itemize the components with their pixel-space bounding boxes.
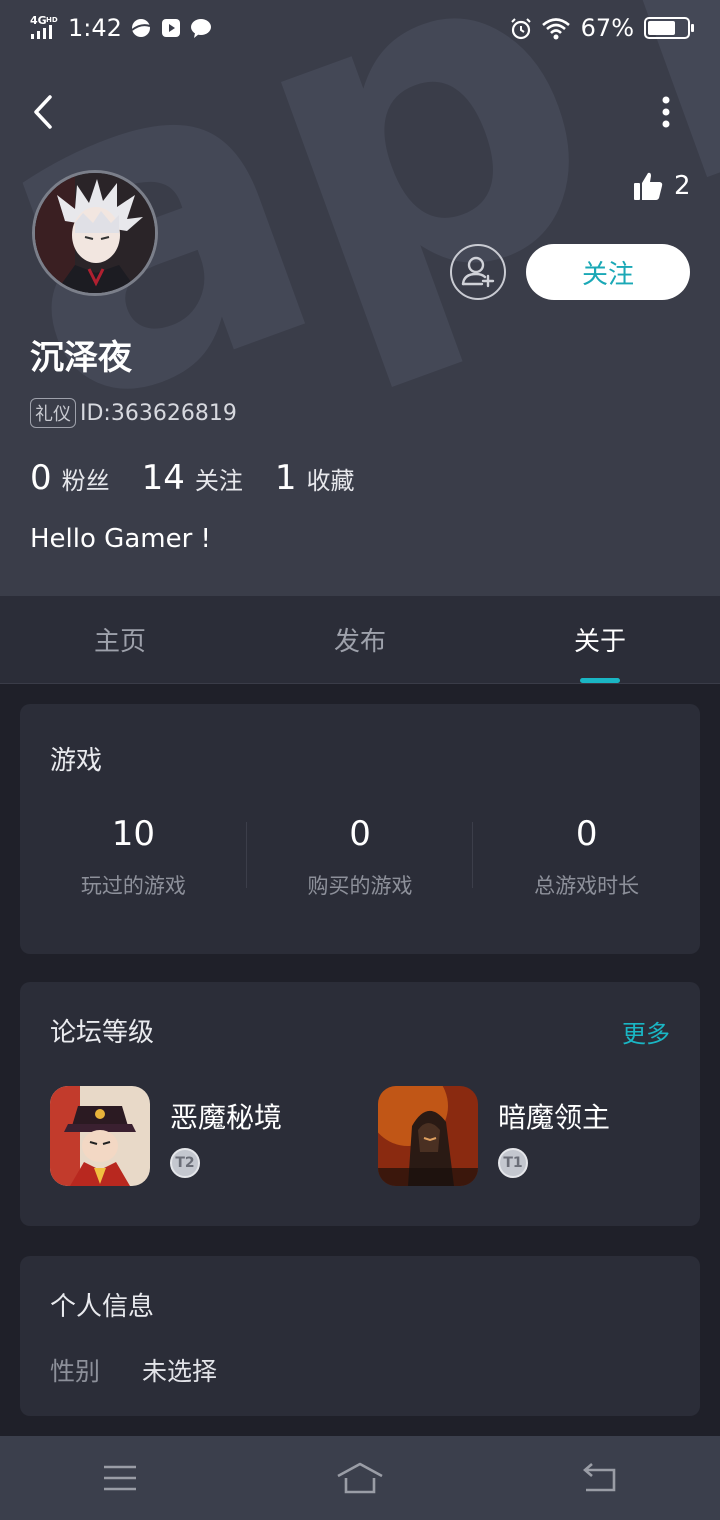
profile-header: apTa 4G HD 1:42 67% 2 关注 沉泽夜 礼仪 ID:36362… [0,0,720,596]
menu-button[interactable] [90,1456,150,1500]
purchased-games-stat[interactable]: 0 购买的游戏 [247,814,474,900]
status-bar: 4G HD 1:42 67% [0,0,720,56]
wifi-icon [541,17,571,40]
thumbs-up-icon [634,172,663,200]
forum-level-title: 论坛等级 [50,1018,155,1048]
gender-row: 性别 未选择 [50,1352,217,1388]
fans-label: 粉丝 [61,467,110,495]
more-options-button[interactable] [652,92,680,132]
return-icon [583,1463,616,1492]
following-label: 关注 [194,467,243,495]
forum-item-evil-realm[interactable]: 恶魔秘境 T2 [50,1086,282,1186]
avatar[interactable] [32,170,158,296]
bio: Hello Gamer ! [30,524,211,554]
tab-home[interactable]: 主页 [0,596,240,683]
user-id-row: 礼仪 ID:363626819 [30,398,237,428]
level-badge-icon: T1 [498,1148,528,1178]
played-games-count: 10 [111,814,155,854]
played-games-label: 玩过的游戏 [80,874,186,898]
avatar-image [35,173,155,293]
add-user-icon [461,256,495,288]
etiquette-tag: 礼仪 [30,398,76,428]
menu-icon [104,1465,136,1491]
level-badge-icon: T2 [170,1148,200,1178]
personal-info-title: 个人信息 [50,1292,155,1322]
like-button[interactable]: 2 [632,170,691,202]
purchased-games-count: 0 [349,814,371,854]
add-friend-button[interactable] [450,244,506,300]
tab-posts[interactable]: 发布 [240,596,480,683]
alarm-icon [509,17,531,40]
like-count: 2 [674,171,691,201]
fans-count: 0 [30,458,52,498]
forum-item-name: 恶魔秘境 [170,1101,283,1134]
back-nav-button[interactable] [570,1456,630,1500]
dark-lord-game-icon [378,1086,478,1186]
favorites-stat[interactable]: 1 收藏 [275,458,355,498]
following-count: 14 [141,458,185,498]
battery-icon [644,17,694,39]
fans-stat[interactable]: 0 粉丝 [30,458,110,498]
message-icon [190,17,212,39]
user-id: ID:363626819 [80,400,237,426]
svg-text:HD: HD [46,16,58,24]
home-icon [337,1462,383,1494]
evil-realm-game-icon [50,1086,150,1186]
total-playtime-label: 总游戏时长 [534,874,640,898]
more-link[interactable]: 更多 [622,1014,670,1049]
total-playtime-stat[interactable]: 0 总游戏时长 [473,814,700,900]
follow-button[interactable]: 关注 [526,244,690,300]
home-button[interactable] [330,1456,390,1500]
more-vertical-icon [662,96,670,128]
planet-app-icon [130,17,152,39]
forum-item-dark-lord[interactable]: 暗魔领主 T1 [378,1086,610,1186]
profile-tabs: 主页 发布 关于 [0,596,720,684]
forum-item-name: 暗魔领主 [498,1101,611,1134]
gender-value: 未选择 [142,1357,218,1386]
purchased-games-label: 购买的游戏 [307,874,413,898]
back-button[interactable] [28,92,62,132]
total-playtime-value: 0 [575,814,598,854]
games-card: 游戏 10 玩过的游戏 0 购买的游戏 0 总游戏时长 [20,704,700,954]
games-stats: 10 玩过的游戏 0 购买的游戏 0 总游戏时长 [20,814,700,900]
video-app-icon [160,17,182,39]
games-card-title: 游戏 [50,746,103,776]
tab-about[interactable]: 关于 [480,596,720,683]
signal-icon: 4G HD [30,14,60,43]
played-games-stat[interactable]: 10 玩过的游戏 [20,814,247,900]
gender-label: 性别 [50,1357,101,1386]
favorites-label: 收藏 [306,467,355,495]
svg-text:4G: 4G [30,14,47,27]
username: 沉泽夜 [30,338,132,378]
status-time: 1:42 [68,14,122,42]
battery-percent: 67% [580,14,634,42]
personal-info-card: 个人信息 性别 未选择 [20,1256,700,1416]
chevron-left-icon [34,95,52,129]
system-nav-bar [0,1436,720,1520]
profile-stats: 0 粉丝 14 关注 1 收藏 [30,458,355,498]
following-stat[interactable]: 14 关注 [142,458,243,498]
forum-level-card: 论坛等级 更多 恶魔秘境 T2 暗魔领主 T1 [20,982,700,1226]
favorites-count: 1 [274,458,297,498]
